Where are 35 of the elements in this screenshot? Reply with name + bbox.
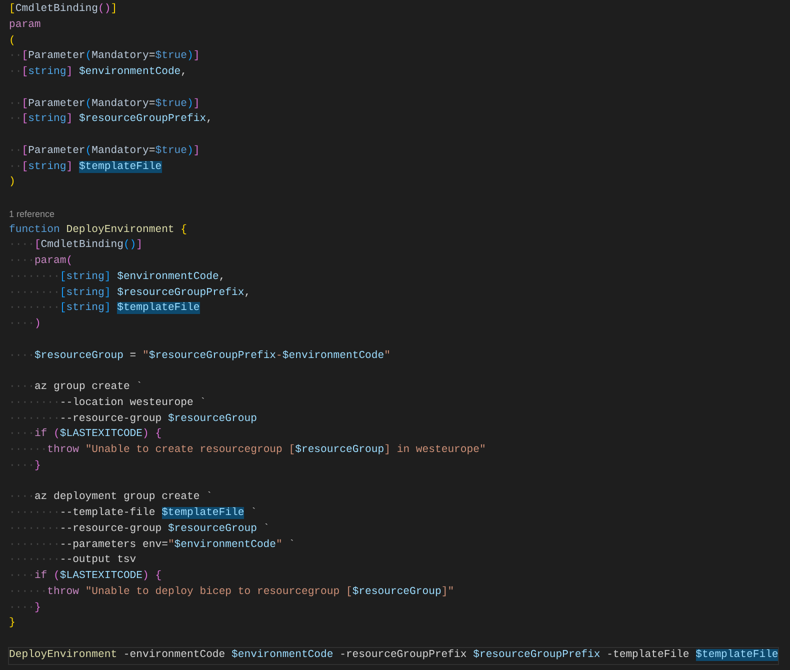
code-line: ····[CmdletBinding()] [9, 238, 143, 254]
code-line: ········--location westeurope ` [9, 396, 206, 411]
code-line: ····az deployment group create ` [9, 490, 212, 506]
code-line: ··[Parameter(Mandatory=$true)] [9, 144, 200, 159]
code-line: ····az group create ` [9, 380, 143, 395]
code-line: ······throw "Unable to deploy bicep to resourcegroup [$resourceGroup]" [9, 584, 454, 600]
code-line: ··[string] $templateFile [9, 160, 162, 174]
code-line: ····} [9, 458, 41, 474]
code-line: ····$resourceGroup = "$resourceGroupPrefix-$environmentCode" [9, 348, 390, 364]
code-line: ········--template-file $templateFile ` [9, 506, 257, 521]
code-line: ····param( [9, 254, 73, 269]
code-line: ········--resource-group $resourceGroup ` [9, 522, 270, 537]
code-line: ····} [9, 600, 41, 616]
code-line: ( [9, 34, 16, 48]
code-line: ······throw "Unable to create resourcegroup [$resourceGroup] in westeurope" [9, 443, 486, 458]
code-line: ····if ($LASTEXITCODE) { [9, 569, 162, 584]
code-line: [CmdletBinding()] [9, 2, 118, 17]
code-line: ········--output tsv [9, 553, 136, 568]
code-line: ········--parameters env="$environmentCode" ` [9, 538, 296, 552]
code-line: ) [9, 175, 16, 190]
code-line: ····if ($LASTEXITCODE) { [9, 427, 162, 442]
code-line: ········[string] $environmentCode, [9, 270, 226, 285]
codelens-link[interactable]: 1 reference [9, 206, 55, 222]
code-line: ··[string] $resourceGroupPrefix, [9, 112, 212, 128]
code-line: function DeployEnvironment { [9, 222, 188, 238]
code-line: ··[Parameter(Mandatory=$true)] [9, 96, 200, 112]
code-line: ········[string] $resourceGroupPrefix, [9, 286, 251, 300]
code-line: } [9, 616, 16, 632]
code-line: ··[Parameter(Mandatory=$true)] [9, 49, 200, 64]
current-line: DeployEnvironment -environmentCode $environmentCode -resourceGroupPrefix $resourceGroupPrefix -templateFile $templateFile [9, 648, 778, 664]
code-line: ····) [9, 317, 41, 332]
code-line: param [9, 18, 41, 33]
code-line: ········--resource-group $resourceGroup [9, 412, 257, 426]
code-line: ··[string] $environmentCode, [9, 65, 188, 80]
code-line: ········[string] $templateFile [9, 301, 200, 316]
